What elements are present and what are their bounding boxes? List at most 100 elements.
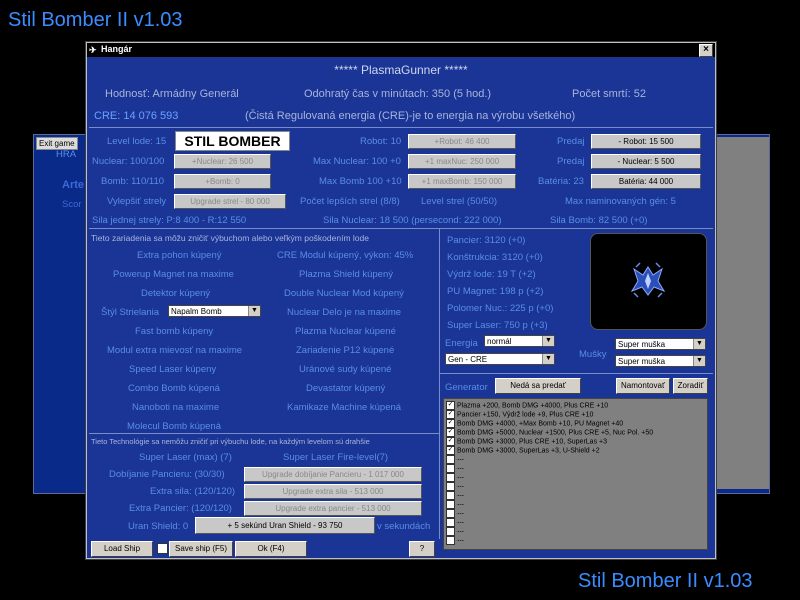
ship-stat: Pancier: 3120 (+0) (447, 235, 526, 246)
ok-button[interactable]: Ok (F4) (235, 541, 307, 557)
checkbox-checked-icon[interactable]: ✓ (446, 446, 455, 455)
divider (89, 127, 713, 128)
save-checkbox[interactable] (157, 543, 168, 554)
buy-max-nuclear-button[interactable]: +1 maxNuc: 250 000 (408, 154, 516, 169)
robot-label: Robot: 10 (360, 136, 402, 147)
list-item[interactable]: ✓ Bomb DMG +5000, Nuclear +1500, Plus CRE… (446, 428, 653, 437)
checkbox-icon[interactable] (446, 473, 455, 482)
extra-sila-label: Extra sila: (120/120) (150, 486, 236, 497)
checkbox-checked-icon[interactable]: ✓ (446, 437, 455, 446)
list-item[interactable]: --- (446, 500, 464, 509)
super-laser-fire-label: Super Laser Fire-level(7) (283, 452, 389, 463)
buy-robot-button[interactable]: +Robot: 46 400 (408, 134, 516, 149)
checkbox-checked-icon[interactable]: ✓ (446, 401, 455, 410)
bomb-label: Bomb: 110/110 (101, 176, 165, 187)
close-button[interactable]: × (699, 44, 713, 57)
styl-strielania-select[interactable]: Napalm Bomb ▼ (168, 305, 261, 317)
checkbox-icon[interactable] (446, 491, 455, 500)
chevron-down-icon: ▼ (693, 356, 705, 366)
checkbox-icon[interactable] (446, 464, 455, 473)
list-item[interactable]: ✓ Bomb DMG +3000, Plus CRE +10, SuperLas … (446, 437, 607, 446)
buy-max-bomb-button[interactable]: +1 maxBomb: 150 000 (408, 174, 516, 189)
list-item[interactable]: --- (446, 527, 464, 536)
save-ship-button[interactable]: Save ship (F5) (169, 541, 233, 557)
device-item: Fast bomb kúpeny (135, 326, 214, 337)
device-item: Molecul Bomb kúpená (127, 421, 221, 432)
chevron-down-icon: ▼ (693, 339, 705, 349)
musky-select-1[interactable]: Super muška ▼ (615, 338, 706, 350)
upgrade-extra-pancier-button[interactable]: Upgrade extra pancier - 513 000 (244, 501, 422, 516)
neda-sa-predat-button[interactable]: Nedá sa predať (495, 378, 581, 394)
list-item[interactable]: ✓ Bomb DMG +4000, +Max Bomb +10, PU Magne… (446, 419, 623, 428)
list-item[interactable]: ✓ Pancier +150, Výdrž lode +9, Plus CRE +… (446, 410, 593, 419)
sell-nuclear-button[interactable]: - Nuclear: 5 500 (591, 154, 701, 169)
energia-select[interactable]: normál ▼ (484, 335, 555, 347)
predaj-robot-label: Predaj (557, 136, 585, 147)
max-bomb-label: Max Bomb 100 +10 (319, 176, 402, 187)
buy-bateria-button[interactable]: Batéria: 44 000 (591, 174, 701, 189)
checkbox-icon[interactable] (446, 536, 455, 545)
buy-bomb-button[interactable]: +Bomb: 0 (174, 174, 271, 189)
list-item[interactable]: --- (446, 464, 464, 473)
generator-list: ✓ Plazma +200, Bomb DMG +4000, Plus CRE +… (443, 398, 708, 550)
upgrade-extra-sila-button[interactable]: Upgrade extra sila - 513 000 (244, 484, 422, 499)
upgrade-dobijanie-button[interactable]: Upgrade dobíjanie Pancieru - 1 017 000 (244, 467, 422, 482)
help-button[interactable]: ? (409, 541, 435, 557)
ship-icon (630, 262, 666, 298)
device-item: Zariadenie P12 kúpené (296, 345, 395, 356)
musky-select-2[interactable]: Super muška ▼ (615, 355, 706, 367)
device-item: Detektor kúpený (141, 288, 211, 299)
checkbox-icon[interactable] (446, 455, 455, 464)
tech-header: Tieto Technológie sa nemôžu zničiť pri v… (91, 437, 370, 446)
checkbox-icon[interactable] (446, 509, 455, 518)
bateria-label: Batéria: 23 (538, 176, 584, 187)
device-item: CRE Modul kúpený, výkon: 45% (277, 250, 414, 261)
list-item[interactable]: --- (446, 473, 464, 482)
max-nuclear-label: Max Nuclear: 100 +0 (313, 156, 401, 167)
generator-label: Generator (445, 382, 488, 393)
list-item[interactable]: --- (446, 518, 464, 527)
upgrade-strel-button[interactable]: Upgrade strel - 80 000 (174, 194, 286, 209)
list-item[interactable]: --- (446, 491, 464, 500)
title-bar: ✈ Hangár × (87, 43, 715, 57)
zoradit-button[interactable]: Zoradiť (673, 378, 708, 394)
device-item: Combo Bomb kúpená (128, 383, 220, 394)
sell-robot-button[interactable]: - Robot: 15 500 (591, 134, 701, 149)
checkbox-checked-icon[interactable]: ✓ (446, 419, 455, 428)
checkbox-icon[interactable] (446, 482, 455, 491)
checkbox-icon[interactable] (446, 500, 455, 509)
list-item[interactable]: ✓ Plazma +200, Bomb DMG +4000, Plus CRE +… (446, 401, 608, 410)
ship-type-badge: STIL BOMBER (175, 131, 290, 151)
generator-type-select[interactable]: Gen - CRE ▼ (445, 353, 555, 365)
energia-label: Energia (445, 338, 478, 349)
extra-pancier-label: Extra Pancier: (120/120) (129, 503, 232, 514)
list-item[interactable]: --- (446, 455, 464, 464)
devices-header: Tieto zariadenia sa môžu zničiť výbuchom… (91, 233, 369, 243)
device-item: Plazma Nuclear kúpené (295, 326, 396, 337)
checkbox-checked-icon[interactable]: ✓ (446, 410, 455, 419)
buy-nuclear-button[interactable]: +Nuclear: 26 500 (174, 154, 271, 169)
device-item: Uránové sudy kúpené (299, 364, 392, 375)
namontovat-button[interactable]: Namontovať (616, 378, 670, 394)
ship-stat: Polomer Nuc.: 225 p (+0) (447, 303, 554, 314)
buy-uran-shield-button[interactable]: + 5 sekúnd Uran Shield - 93 750 (195, 517, 375, 534)
list-item[interactable]: --- (446, 482, 464, 491)
ship-stat: PU Magnet: 198 p (+2) (447, 286, 544, 297)
exit-game-button[interactable]: Exit game (36, 137, 78, 150)
app-title-top: Stil Bomber II v1.03 (8, 9, 183, 31)
device-item: Double Nuclear Mod kúpený (284, 288, 404, 299)
load-ship-button[interactable]: Load Ship (91, 541, 153, 557)
predaj-nuclear-label: Predaj (557, 156, 585, 167)
divider (89, 433, 439, 434)
checkbox-icon[interactable] (446, 518, 455, 527)
list-item[interactable]: --- (446, 509, 464, 518)
hangar-window: ✈ Hangár × ***** PlasmaGunner ***** Hodn… (86, 42, 716, 559)
device-item: Extra pohon kúpený (137, 250, 222, 261)
checkbox-icon[interactable] (446, 527, 455, 536)
musky-value-2: Super muška (618, 357, 666, 366)
deaths-label: Počet smrtí: 52 (572, 88, 646, 100)
list-item[interactable]: ✓ Bomb DMG +3000, SuperLas +3, U-Shield +… (446, 446, 600, 455)
pocet-lepsich-label: Počet lepších strel (8/8) (300, 196, 400, 207)
checkbox-checked-icon[interactable]: ✓ (446, 428, 455, 437)
list-item[interactable]: --- (446, 536, 464, 545)
